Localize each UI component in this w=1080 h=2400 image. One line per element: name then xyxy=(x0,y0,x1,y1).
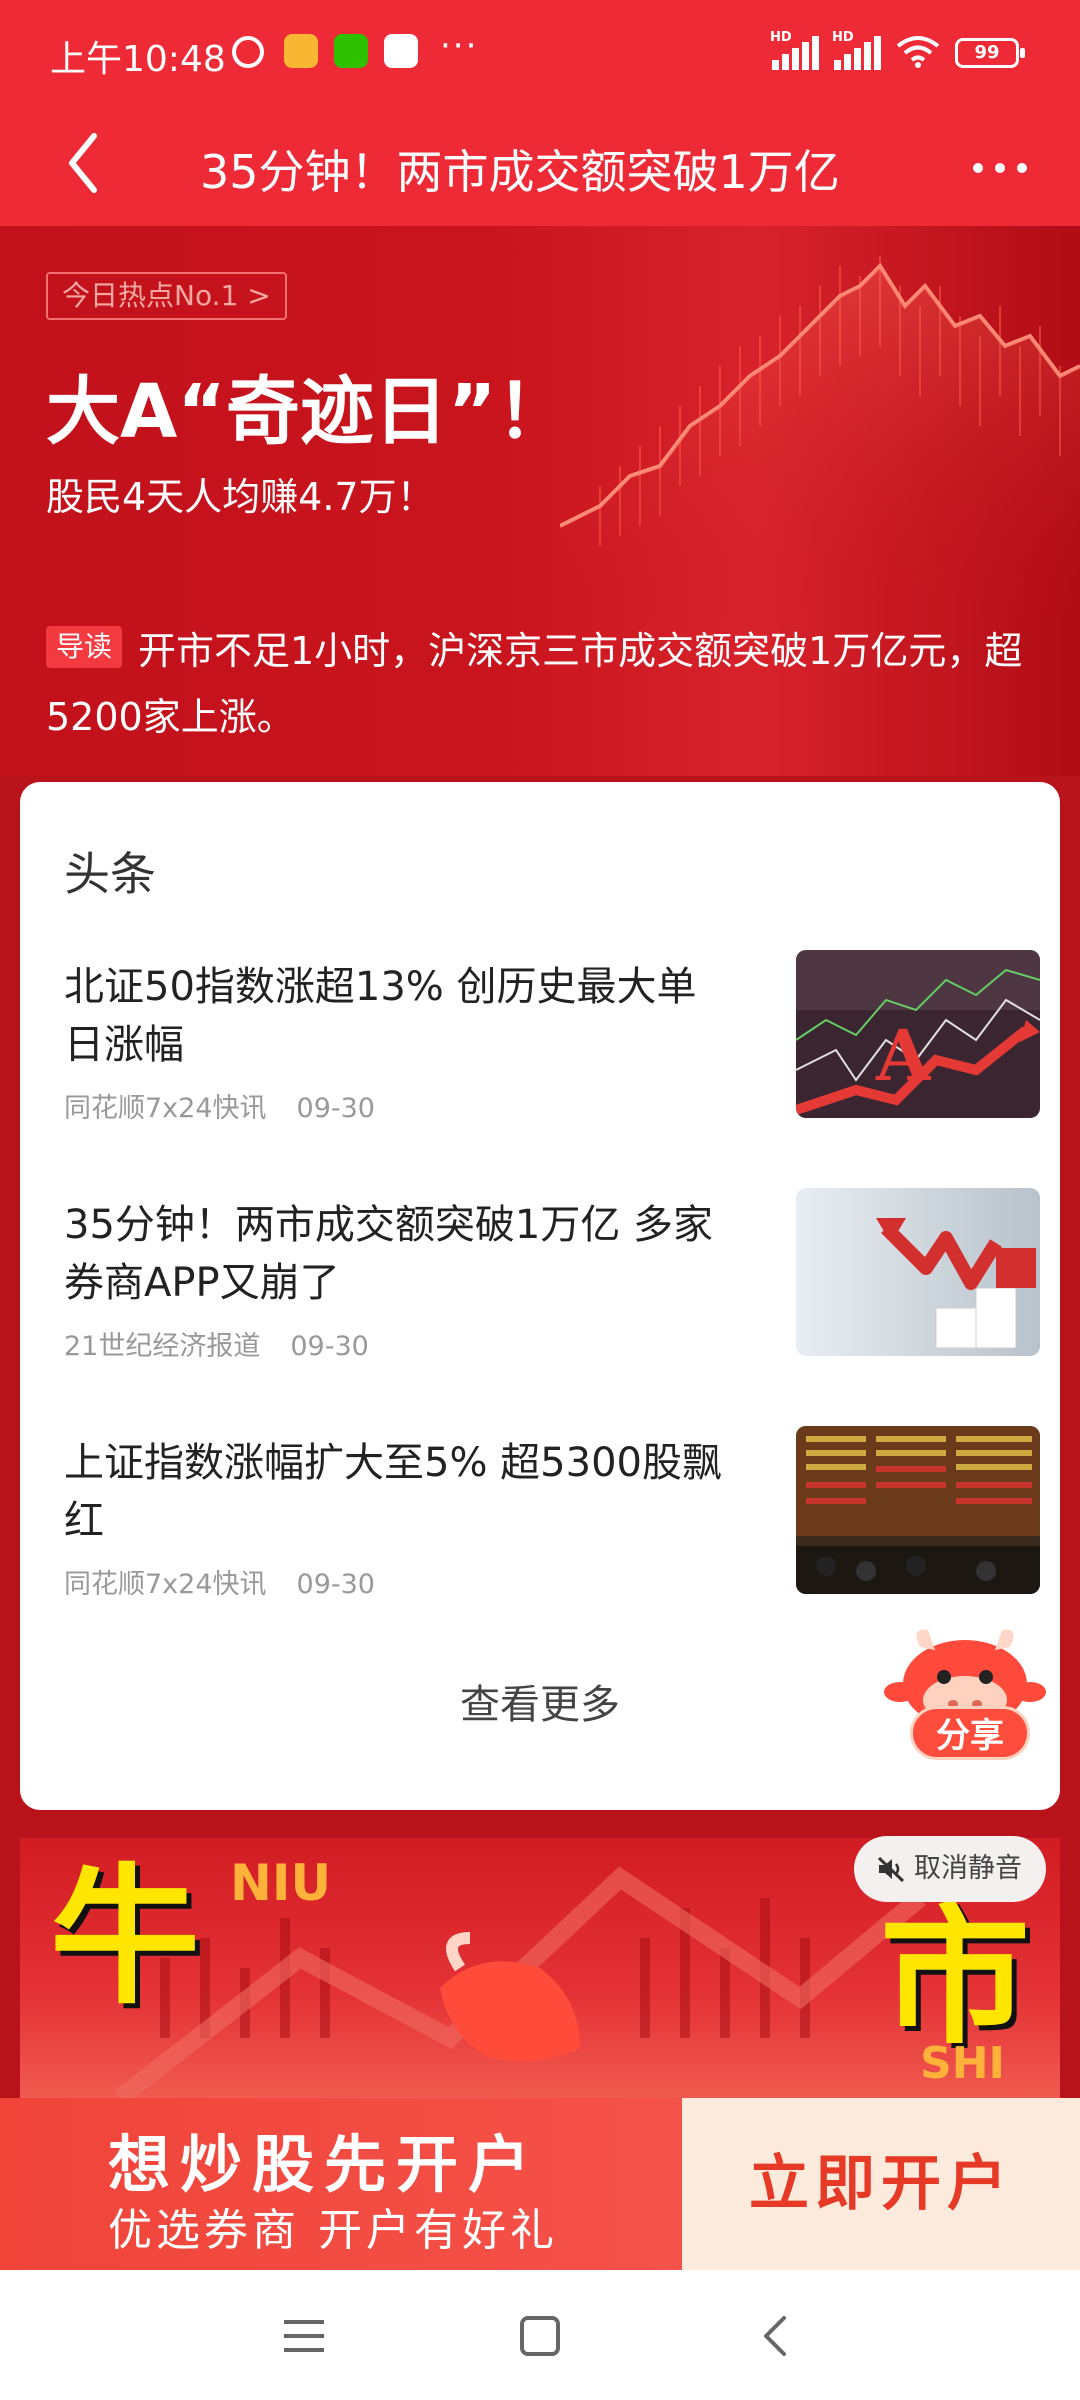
news-source: 同花顺7x24快讯 xyxy=(64,1093,267,1124)
chevron-left-icon xyxy=(69,133,97,193)
svg-text:A: A xyxy=(875,1014,932,1097)
hot-topic-badge[interactable]: 今日热点No.1 > xyxy=(46,272,287,320)
signal-icon-2 xyxy=(832,36,884,70)
stock-chart-background-image xyxy=(560,256,1080,626)
promo-sub-text: 优选券商 开户有好礼 xyxy=(108,2205,558,2256)
more-options-button[interactable] xyxy=(960,138,1040,198)
back-triangle-icon[interactable] xyxy=(746,2310,806,2362)
alarm-icon xyxy=(232,36,264,68)
promo-main-text: 想炒股先开户 xyxy=(108,2128,541,2201)
news-meta: 同花顺7x24快讯 09-30 xyxy=(64,1562,375,1601)
hero-subtitle: 股民4天人均赚4.7万！ xyxy=(46,475,435,519)
banner-shi-pinyin: SHI xyxy=(920,2038,1005,2089)
news-thumbnail xyxy=(796,1426,1040,1594)
promo-open-account-banner[interactable]: 想炒股先开户 优选券商 开户有好礼 xyxy=(0,2098,682,2270)
news-meta: 同花顺7x24快讯 09-30 xyxy=(64,1086,375,1125)
signal-icon xyxy=(770,36,822,70)
message-app-icon xyxy=(384,34,418,68)
page-title: 35分钟！两市成交额突破1万亿 xyxy=(200,145,840,199)
section-title: 头条 xyxy=(64,847,156,901)
news-source: 同花顺7x24快讯 xyxy=(64,1569,267,1600)
more-notifications-icon: ··· xyxy=(440,26,479,66)
share-button[interactable]: 分享 xyxy=(880,1622,1050,1772)
news-date: 09-30 xyxy=(296,1569,375,1600)
notes-app-icon xyxy=(284,34,318,68)
title-bar: 35分钟！两市成交额突破1万亿 xyxy=(0,108,1080,226)
more-dots-icon xyxy=(973,163,1027,173)
news-title: 北证50指数涨超13% 创历史最大单日涨幅 xyxy=(64,964,697,1068)
open-account-now-button[interactable]: 立即开户 xyxy=(682,2098,1080,2270)
news-title: 35分钟！两市成交额突破1万亿 多家券商APP又崩了 xyxy=(64,1202,714,1306)
wechat-icon xyxy=(334,34,368,68)
news-item[interactable]: 上证指数涨幅扩大至5% 超5300股飘红 同花顺7x24快讯 09-30 xyxy=(64,1426,1040,1614)
battery-icon: 99 xyxy=(955,38,1025,68)
intro-tag: 导读 xyxy=(46,626,123,668)
news-meta: 21世纪经济报道 09-30 xyxy=(64,1324,369,1363)
news-item[interactable]: 北证50指数涨超13% 创历史最大单日涨幅 同花顺7x24快讯 09-30 A xyxy=(64,950,1040,1138)
intro-text: 开市不足1小时，沪深京三市成交额突破1万亿元，超5200家上涨。 xyxy=(46,629,1023,739)
unmute-button[interactable]: 取消静音 xyxy=(854,1836,1046,1902)
hero-section: 今日热点No.1 > 大A“奇迹日”！ 股民4天人均赚4.7万！ 开市不足1小时… xyxy=(0,226,1080,776)
banner-niu-pinyin: NIU xyxy=(230,1854,332,1912)
news-item[interactable]: 35分钟！两市成交额突破1万亿 多家券商APP又崩了 21世纪经济报道 09-30 xyxy=(64,1188,1040,1376)
news-date: 09-30 xyxy=(296,1093,375,1124)
status-bar: 上午10:48 ··· HD HD 99 xyxy=(0,0,1080,108)
back-button[interactable] xyxy=(60,128,130,208)
system-navigation-bar xyxy=(0,2270,1080,2400)
home-square-icon[interactable] xyxy=(510,2310,570,2362)
hero-headline: 大A“奇迹日”！ xyxy=(46,369,571,455)
banner-niu-text: 牛 xyxy=(50,1851,201,2025)
wifi-icon xyxy=(896,36,940,68)
speaker-muted-icon xyxy=(877,1856,905,1883)
news-thumbnail xyxy=(796,1188,1040,1356)
news-source: 21世纪经济报道 xyxy=(64,1331,261,1362)
news-title: 上证指数涨幅扩大至5% 超5300股飘红 xyxy=(64,1440,722,1544)
news-date: 09-30 xyxy=(290,1331,369,1362)
unmute-label: 取消静音 xyxy=(914,1853,1022,1884)
menu-icon[interactable] xyxy=(274,2310,334,2362)
share-label: 分享 xyxy=(910,1706,1030,1760)
news-thumbnail: A xyxy=(796,950,1040,1118)
status-time: 上午10:48 xyxy=(50,39,226,80)
